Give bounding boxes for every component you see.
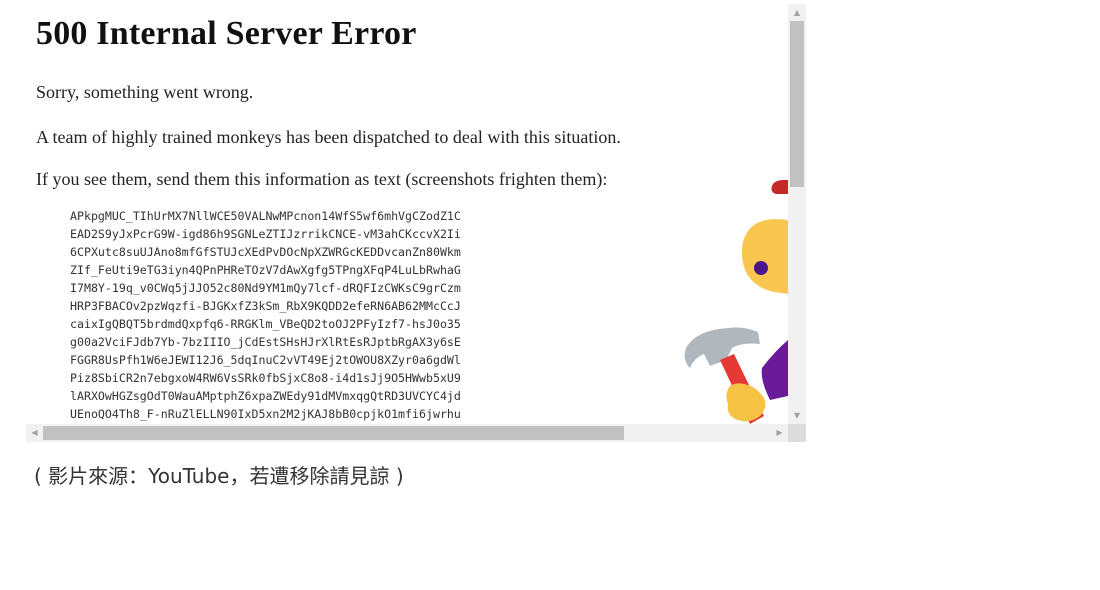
vertical-scroll-thumb[interactable] <box>790 21 804 187</box>
arrow-up-icon[interactable]: ▲ <box>788 4 806 21</box>
code-line: I7M8Y-19q_v0CWq5jJJO52c80Nd9YM1mQy7lcf-d… <box>70 281 461 295</box>
code-line: g00a2VciFJdb7Yb-7bzIIIO_jCdEstSHsHJrXlRt… <box>70 335 461 349</box>
arrow-right-icon[interactable]: ▶ <box>771 424 788 442</box>
code-line: lARXOwHGZsgOdT0WauAMptphZ6xpaZWEdy91dMVm… <box>70 389 461 403</box>
instructions-message: If you see them, send them this informat… <box>36 169 608 189</box>
monkey-face-icon <box>741 219 788 294</box>
code-line: caixIgQBQT5brdmdQxpfq6-RRGKlm_VBeQD2toOJ… <box>70 317 461 331</box>
video-source-caption: ( 影片來源：YouTube，若遭移除請見諒 ) <box>34 464 404 488</box>
monkey-hat-icon <box>771 180 788 194</box>
arrow-left-icon[interactable]: ◀ <box>26 424 43 442</box>
page-title: 500 Internal Server Error <box>36 15 417 52</box>
code-line: 6CPXutc8suUJAno8mfGfSTUJcXEdPvDOcNpXZWRG… <box>70 245 461 259</box>
hand-icon <box>726 383 766 422</box>
code-line: ZIf_FeUti9eTG3iyn4QPnPHReTOzV7dAwXgfg5TP… <box>70 263 461 277</box>
code-line: HRP3FBACOv2pzWqzfi-BJGKxfZ3kSm_RbX9KQDD2… <box>70 299 461 313</box>
code-line: EAD2S9yJxPcrG9W-igd86h9SGNLeZTIJzrrikCNC… <box>70 227 461 241</box>
horizontal-scroll-thumb[interactable] <box>43 426 624 440</box>
error-page-content: 500 Internal Server Error Sorry, somethi… <box>26 4 788 424</box>
code-line: FGGR8UsPfh1W6eJEWI12J6_5dqInuC2vVT49Ej2t… <box>70 353 461 367</box>
code-line: Piz8SbiCR2n7ebgxoW4RW6VsSRk0fbSjxC8o8-i4… <box>70 371 461 385</box>
monkey-hammer-illustration <box>684 180 788 424</box>
error-message: Sorry, something went wrong. <box>36 82 254 102</box>
monkeys-message: A team of highly trained monkeys has bee… <box>36 127 621 147</box>
horizontal-scrollbar[interactable]: ◀ ▶ <box>26 424 788 442</box>
arrow-down-icon[interactable]: ▼ <box>788 407 806 424</box>
error-page-frame: 500 Internal Server Error Sorry, somethi… <box>26 4 806 442</box>
vertical-scrollbar[interactable]: ▲ ▼ <box>788 4 806 424</box>
code-line: UEnoQO4Th8_F-nRuZlELLN90IxD5xn2M2jKAJ8bB… <box>70 407 461 421</box>
error-code-block[interactable]: APkpgMUC_TIhUrMX7NllWCE50VALNwMPcnon14Wf… <box>70 207 461 423</box>
scrollbar-corner <box>788 424 806 442</box>
sleeve-icon <box>761 340 788 400</box>
code-line: APkpgMUC_TIhUrMX7NllWCE50VALNwMPcnon14Wf… <box>70 209 461 223</box>
monkey-eye-icon <box>754 261 768 275</box>
